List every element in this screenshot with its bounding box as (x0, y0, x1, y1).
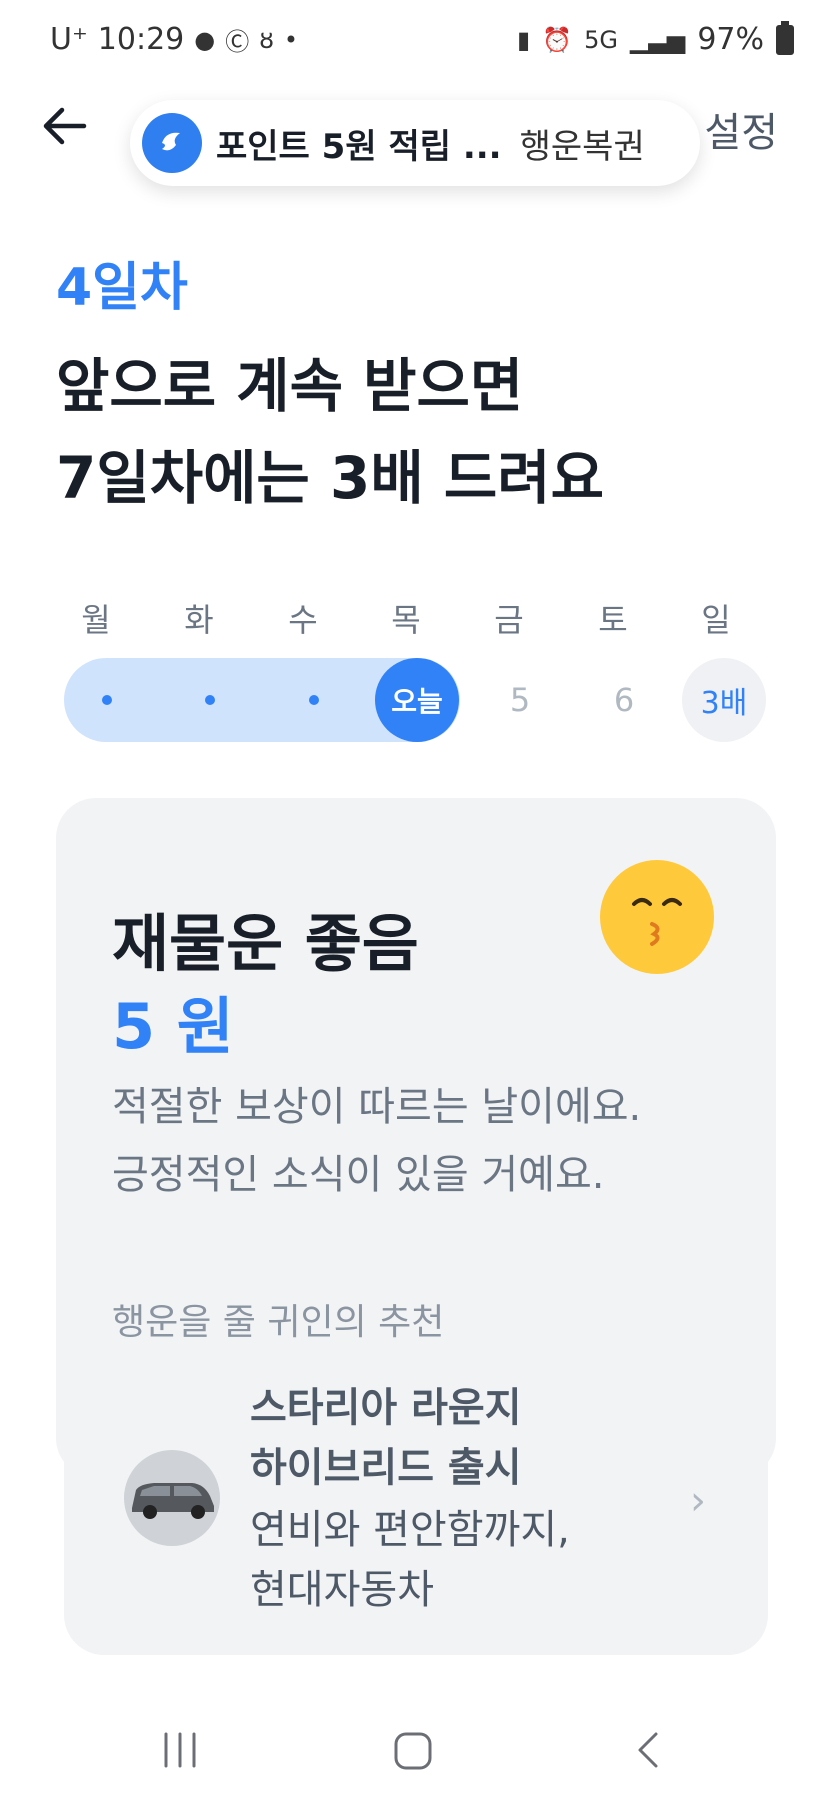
fortune-desc-line-2: 긍정적인 소식이 있을 거예요. (112, 1152, 605, 1198)
c-app-icon: Ⓒ (225, 28, 250, 56)
battery-icon (776, 20, 794, 55)
page-headline: 앞으로 계속 받으면 7일차에는 3배 드려요 (56, 340, 604, 524)
nav-back-icon (638, 1732, 658, 1768)
bonus-day-badge: 3배 (682, 658, 766, 742)
ad-title: 스타리아 라운지 하이브리드 출시 (250, 1378, 522, 1498)
alarm-icon: ⏰ (542, 25, 573, 54)
ad-desc-line-1: 연비와 편안함까지, (250, 1507, 570, 1553)
ad-desc-line-2: 현대자동차 (250, 1567, 434, 1613)
attended-day-dot (272, 658, 356, 742)
status-bar: U⁺ 10:29 ● Ⓒ ȣ • ▮ ⏰ 5G ▁▃▅ 97% (0, 0, 830, 80)
battery-percent: 97% (697, 22, 764, 57)
headline-line-1: 앞으로 계속 받으면 (56, 352, 524, 420)
weekday-label: 일 (701, 601, 731, 639)
5g-icon: 5G (584, 25, 618, 54)
settings-button[interactable]: 설정 (704, 100, 778, 158)
more-notifications-icon: • (283, 25, 299, 54)
kissing-face-emoji-icon (600, 860, 714, 974)
signal-icon: ▁▃▅ (629, 25, 686, 54)
reward-amount: 5 원 (112, 990, 234, 1063)
clock: 10:29 (97, 22, 185, 57)
ad-description: 연비와 편안함까지, 현대자동차 (250, 1500, 570, 1620)
weekday-label: 목 (391, 601, 421, 639)
notification-title: 포인트 5원 적립 ... (216, 126, 502, 167)
toss-logo-icon (142, 113, 202, 173)
headline-line-2: 7일차에는 3배 드려요 (56, 444, 604, 512)
weekday-label: 수 (288, 601, 318, 639)
chat-icon: ● (194, 25, 216, 54)
fortune-description: 적절한 보상이 따르는 날이에요. 긍정적인 소식이 있을 거예요. (112, 1073, 641, 1209)
weekday-label: 금 (494, 601, 524, 639)
recent-apps-icon (164, 1732, 196, 1768)
future-day-5: 5 (509, 681, 531, 719)
car-thumbnail (124, 1450, 220, 1546)
notification-subtitle: 행운복권 (519, 126, 645, 167)
carrier-label: U⁺ (50, 22, 88, 57)
weekday-label: 화 (184, 601, 214, 639)
fortune-title: 재물운 좋음 (112, 907, 419, 980)
weekday-labels: 월 화 수 목 금 토 일 (56, 595, 776, 645)
weekday-label: 월 (81, 601, 111, 639)
chevron-right-icon: › (690, 1478, 706, 1524)
future-day-6: 6 (613, 681, 635, 719)
back-arrow-icon (43, 107, 87, 145)
status-right: ▮ ⏰ 5G ▁▃▅ 97% (516, 20, 794, 57)
fortune-desc-line-1: 적절한 보상이 따르는 날이에요. (112, 1084, 642, 1130)
home-icon (394, 1732, 432, 1770)
notification-pill[interactable]: 포인트 5원 적립 ... 행운복권 (130, 100, 700, 186)
home-button[interactable] (392, 1730, 434, 1776)
ad-title-line-2: 하이브리드 출시 (250, 1445, 522, 1491)
status-left: U⁺ 10:29 ● Ⓒ ȣ • (50, 22, 298, 57)
nav-back-button[interactable] (632, 1730, 662, 1774)
back-button[interactable] (40, 100, 100, 160)
battery-saver-icon: ▮ (516, 25, 531, 54)
today-marker: 오늘 (375, 658, 459, 742)
van-icon (132, 1483, 214, 1519)
weekday-label: 토 (598, 601, 628, 639)
day-counter: 4일차 (56, 258, 188, 318)
recent-apps-button[interactable] (160, 1730, 200, 1774)
attended-day-dot (168, 658, 252, 742)
sponsor-label: 행운을 줄 귀인의 추천 (112, 1302, 445, 1343)
notification-icon: ȣ (259, 25, 274, 54)
attended-day-dot (65, 658, 149, 742)
ad-title-line-1: 스타리아 라운지 (250, 1385, 522, 1431)
